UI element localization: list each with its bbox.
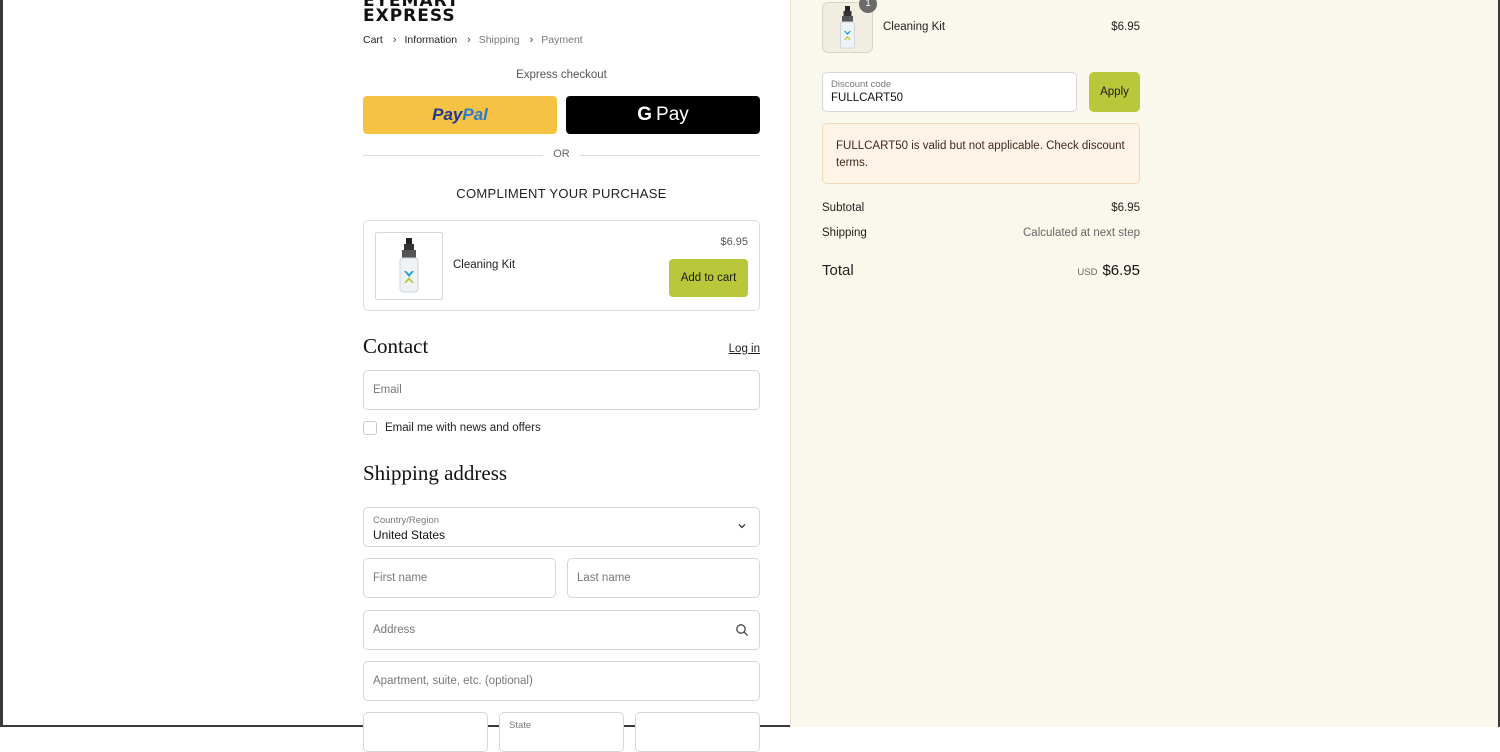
first-name-field[interactable]: First name xyxy=(363,558,556,598)
subtotal-label: Subtotal xyxy=(822,202,865,214)
spray-bottle-icon xyxy=(399,238,419,293)
upsell-product-card: Cleaning Kit $6.95 Add to cart xyxy=(363,220,760,311)
last-name-field[interactable]: Last name xyxy=(567,558,760,598)
quantity-badge: 1 xyxy=(859,0,877,13)
shipping-value: Calculated at next step xyxy=(1023,227,1140,239)
apply-discount-button[interactable]: Apply xyxy=(1089,72,1140,112)
line-item-price: $6.95 xyxy=(1111,21,1140,33)
discount-error-message: FULLCART50 is valid but not applicable. … xyxy=(822,123,1140,184)
or-text: OR xyxy=(553,148,570,160)
subtotal-row: Subtotal $6.95 xyxy=(822,202,1140,214)
breadcrumb-payment: Payment xyxy=(541,34,583,46)
subtotal-value: $6.95 xyxy=(1111,202,1140,214)
paypal-logo-part2: Pal xyxy=(462,105,488,124)
total-row: Total USD $6.95 xyxy=(822,262,1140,279)
chevron-down-icon xyxy=(737,521,747,534)
google-pay-button[interactable]: G Pay xyxy=(566,96,760,134)
add-to-cart-button[interactable]: Add to cart xyxy=(669,259,748,297)
address-field[interactable]: Address xyxy=(363,610,760,650)
divider-line xyxy=(580,155,760,156)
shipping-label: Shipping xyxy=(822,227,867,239)
city-field[interactable] xyxy=(363,712,488,752)
country-label: Country/Region xyxy=(373,515,440,526)
discount-code-value: FULLCART50 xyxy=(831,92,904,104)
or-divider: OR xyxy=(363,147,760,163)
breadcrumb-information: Information xyxy=(404,34,458,46)
first-name-placeholder: First name xyxy=(373,572,428,584)
search-icon xyxy=(736,624,748,636)
order-summary-panel: 1 Cleaning Kit $6.95 Discount code FULLC… xyxy=(790,0,1498,727)
newsletter-option: Email me with news and offers xyxy=(363,421,541,435)
google-g-icon: G xyxy=(637,104,653,125)
discount-code-field[interactable]: Discount code FULLCART50 xyxy=(822,72,1077,112)
email-field[interactable]: Email xyxy=(363,370,760,410)
upsell-title: COMPLIMENT YOUR PURCHASE xyxy=(456,186,667,201)
brand-logo[interactable]: EYEMART EXPRESS xyxy=(363,0,483,26)
login-link[interactable]: Log in xyxy=(729,343,760,355)
apartment-field[interactable]: Apartment, suite, etc. (optional) xyxy=(363,661,760,701)
product-thumbnail xyxy=(375,232,443,300)
logo-line-2: EXPRESS xyxy=(363,6,456,26)
last-name-placeholder: Last name xyxy=(577,572,631,584)
paypal-logo-part1: Pay xyxy=(432,105,463,124)
shipping-row: Shipping Calculated at next step xyxy=(822,227,1140,239)
express-checkout-title: Express checkout xyxy=(516,69,607,81)
apartment-placeholder: Apartment, suite, etc. (optional) xyxy=(373,675,533,687)
address-placeholder: Address xyxy=(373,624,416,636)
checkout-column: EYEMART EXPRESS Cart › Information › Shi… xyxy=(363,0,760,752)
chevron-right-icon: › xyxy=(392,34,397,46)
line-item-name: Cleaning Kit xyxy=(883,21,946,33)
upsell-product-name: Cleaning Kit xyxy=(453,259,516,271)
state-select[interactable]: State xyxy=(499,712,624,752)
upsell-product-price: $6.95 xyxy=(720,236,748,248)
total-currency: USD xyxy=(1077,267,1098,278)
total-label: Total xyxy=(822,262,854,279)
chevron-right-icon: › xyxy=(529,34,534,46)
google-pay-label: Pay xyxy=(656,104,689,125)
newsletter-label[interactable]: Email me with news and offers xyxy=(385,422,541,434)
zip-field[interactable] xyxy=(635,712,760,752)
breadcrumb-shipping: Shipping xyxy=(478,34,520,46)
email-placeholder: Email xyxy=(373,384,402,396)
window-frame-left xyxy=(0,0,3,727)
country-value: United States xyxy=(373,528,446,542)
discount-code-label: Discount code xyxy=(831,79,892,90)
paypal-button[interactable]: Pay Pal xyxy=(363,96,557,134)
contact-heading: Contact xyxy=(363,334,429,358)
breadcrumb: Cart › Information › Shipping › Payment xyxy=(363,34,583,46)
newsletter-checkbox[interactable] xyxy=(363,421,377,435)
breadcrumb-cart[interactable]: Cart xyxy=(363,34,383,46)
total-amount: USD $6.95 xyxy=(1077,262,1140,279)
state-label: State xyxy=(509,720,532,731)
total-value: $6.95 xyxy=(1102,262,1140,279)
shipping-address-heading: Shipping address xyxy=(363,461,508,485)
chevron-right-icon: › xyxy=(467,34,471,46)
country-select[interactable]: Country/Region United States xyxy=(363,507,760,547)
